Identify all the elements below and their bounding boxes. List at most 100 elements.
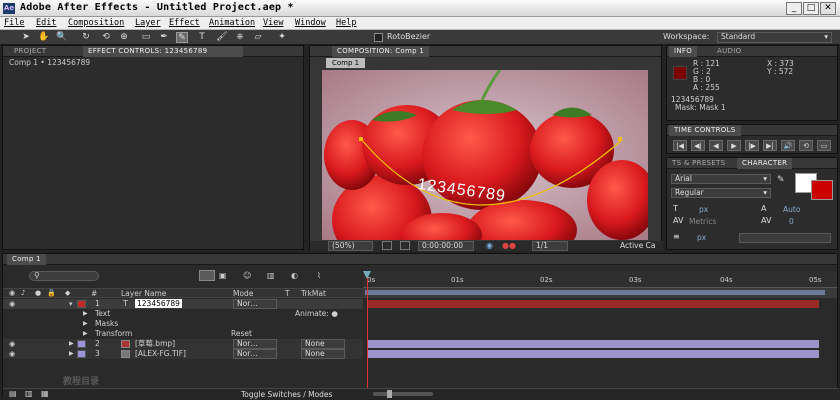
orbit-camera-tool-icon[interactable]: ⟲	[100, 32, 112, 43]
zoom-tool-icon[interactable]: 🔍	[56, 32, 68, 43]
tab-effect-controls[interactable]: EFFECT CONTROLS: 123456789	[83, 46, 243, 57]
play-reverse-button[interactable]: ◀	[709, 140, 723, 151]
font-style-dropdown[interactable]: Regular ▾	[671, 188, 771, 198]
layer-visibility-icon[interactable]: ◉	[9, 339, 15, 349]
brush-tool-icon[interactable]: 🖌	[216, 32, 228, 43]
layer-trkmat-dropdown[interactable]: None	[301, 339, 345, 349]
timecode-field[interactable]: 0:00:00:00	[418, 241, 474, 251]
in-out-icon[interactable]: ▦	[41, 389, 49, 398]
eraser-tool-icon[interactable]: ▱	[252, 32, 264, 43]
play-button[interactable]: ▶	[727, 140, 741, 151]
menu-edit[interactable]: Edit	[36, 18, 56, 28]
time-ruler[interactable]: 0s 01s 02s 03s 04s 05s	[363, 271, 837, 288]
expand-arrow-icon[interactable]: ▶	[69, 349, 74, 359]
expand-arrow-icon[interactable]: ▶	[83, 309, 88, 319]
grid-icon[interactable]	[400, 241, 410, 250]
hide-shy-layers-icon[interactable]: ☺	[243, 271, 251, 280]
layer-label-color[interactable]	[77, 300, 86, 308]
next-frame-button[interactable]: |▶	[745, 140, 759, 151]
tab-time-controls[interactable]: TIME CONTROLS	[669, 125, 741, 136]
menu-animation[interactable]: Animation	[209, 18, 255, 28]
rotobezier-checkbox[interactable]	[374, 33, 383, 42]
layer-row-3[interactable]: ◉ ▶ 3 [ALEX-FG.TIF] Nor… None	[3, 349, 363, 359]
close-button[interactable]: ✕	[820, 2, 836, 15]
tab-character[interactable]: CHARACTER	[737, 158, 793, 169]
active-camera-label[interactable]: Active Ca	[620, 241, 655, 250]
type-tool-icon[interactable]: T	[196, 32, 208, 43]
layer-trkmat-dropdown[interactable]: None	[301, 349, 345, 359]
zoom-dropdown[interactable]: (50%)	[328, 241, 373, 251]
layer-row-1[interactable]: ◉ ▾ 1 T 123456789 Nor…	[3, 299, 363, 309]
layer-mode-dropdown[interactable]: Nor…	[233, 339, 277, 349]
layer-name[interactable]: [ALEX-FG.TIF]	[135, 349, 186, 359]
layer-1-duration-bar[interactable]	[367, 300, 819, 308]
comp-view-tab[interactable]: Comp 1	[326, 58, 366, 68]
graph-editor-icon[interactable]: ⌇	[317, 271, 321, 280]
layer-visibility-icon[interactable]: ◉	[9, 349, 15, 359]
ram-preview-button[interactable]: ▭	[817, 140, 831, 151]
expand-arrow-icon[interactable]: ▶	[83, 319, 88, 329]
hand-tool-icon[interactable]: ✋	[38, 32, 50, 43]
expand-arrow-icon[interactable]: ▾	[69, 299, 73, 309]
kerning-value[interactable]: Metrics	[689, 217, 716, 226]
pan-behind-tool-icon[interactable]: ⊕	[118, 32, 130, 43]
transform-reset-button[interactable]: Reset	[231, 329, 252, 339]
rectangle-tool-icon[interactable]: ▭	[140, 32, 152, 43]
composition-viewer[interactable]: 123456789	[322, 70, 648, 240]
property-transform-row[interactable]: ▶ Transform Reset	[3, 329, 363, 339]
layer-name[interactable]: 123456789	[135, 299, 182, 308]
layer-3-duration-bar[interactable]	[367, 350, 819, 358]
property-text-row[interactable]: ▶ Text Animate: ●	[3, 309, 363, 319]
first-frame-button[interactable]: |◀	[673, 140, 687, 151]
selection-tool-icon[interactable]: ➤	[20, 32, 32, 43]
menu-composition[interactable]: Composition	[68, 18, 124, 28]
menu-layer[interactable]: Layer	[135, 18, 161, 28]
eyedropper-icon[interactable]: ✎	[777, 175, 785, 185]
clone-stamp-tool-icon[interactable]: ⎈	[234, 32, 246, 43]
tab-comp1-timeline[interactable]: Comp 1	[7, 254, 46, 265]
zoom-slider-thumb[interactable]	[387, 390, 392, 398]
frame-blending-icon[interactable]: ▥	[267, 271, 275, 280]
tab-project[interactable]: PROJECT	[9, 46, 51, 57]
comp-mini-flowchart-icon[interactable]	[199, 270, 215, 281]
prev-frame-button[interactable]: ◀|	[691, 140, 705, 151]
draft-3d-icon[interactable]: ▣	[219, 271, 227, 280]
resolution-dropdown[interactable]: 1/1	[532, 241, 568, 251]
region-of-interest-icon[interactable]	[382, 241, 392, 250]
tracking-value[interactable]: 0	[789, 217, 794, 226]
pen-tool-icon[interactable]: ✒	[158, 32, 170, 43]
last-frame-button[interactable]: ▶|	[763, 140, 777, 151]
stroke-color-swatch[interactable]	[811, 180, 833, 200]
current-time-indicator[interactable]	[367, 271, 368, 391]
timeline-search-input[interactable]: ⚲	[29, 271, 99, 281]
layer-switches-icon[interactable]: ▤	[9, 389, 17, 398]
property-masks-row[interactable]: ▶ Masks	[3, 319, 363, 329]
rotate-tool-icon[interactable]: ↻	[80, 32, 92, 43]
layer-mode-dropdown[interactable]: Nor…	[233, 299, 277, 309]
tab-effects-presets[interactable]: TS & PRESETS	[667, 158, 730, 169]
camera-icon[interactable]: ◉	[486, 241, 493, 250]
workspace-dropdown[interactable]: Standard ▾	[717, 32, 832, 43]
tab-info[interactable]: INFO	[669, 46, 698, 57]
layer-label-color[interactable]	[77, 350, 86, 358]
pen-tool-active-icon[interactable]: ✎	[176, 32, 188, 43]
loop-button[interactable]: ⟲	[799, 140, 813, 151]
work-area-range[interactable]	[365, 290, 825, 295]
toggle-switches-modes-button[interactable]: Toggle Switches / Modes	[241, 390, 332, 399]
font-size-value[interactable]: px	[699, 205, 708, 214]
stroke-type-dropdown[interactable]	[739, 233, 831, 243]
layer-2-duration-bar[interactable]	[367, 340, 819, 348]
expand-arrow-icon[interactable]: ▶	[83, 329, 88, 339]
layer-name[interactable]: [草莓.bmp]	[135, 339, 175, 349]
tab-audio[interactable]: AUDIO	[712, 46, 746, 57]
minimize-button[interactable]: _	[786, 2, 802, 15]
layer-label-color[interactable]	[77, 340, 86, 348]
motion-blur-icon[interactable]: ◐	[291, 271, 298, 280]
puppet-pin-tool-icon[interactable]: ✦	[276, 32, 288, 43]
animate-button[interactable]: Animate: ●	[295, 309, 338, 319]
layer-row-2[interactable]: ◉ ▶ 2 [草莓.bmp] Nor… None	[3, 339, 363, 349]
transfer-controls-icon[interactable]: ▥	[25, 389, 33, 398]
layer-mode-dropdown[interactable]: Nor…	[233, 349, 277, 359]
expand-arrow-icon[interactable]: ▶	[69, 339, 74, 349]
audio-button[interactable]: 🔊	[781, 140, 795, 151]
